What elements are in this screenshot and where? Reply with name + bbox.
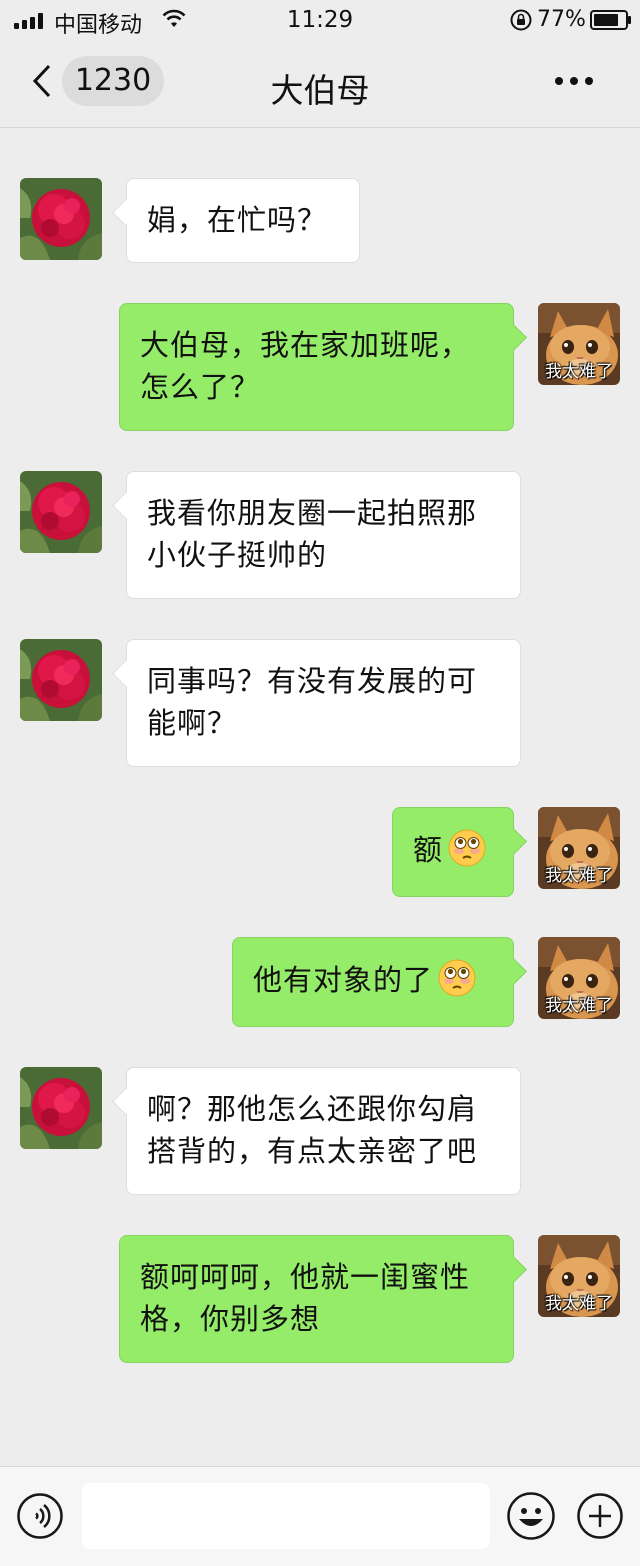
message-text-line: 大伯母，我在家加班呢， <box>140 328 471 362</box>
message-text-line: 格，你别多想 <box>140 1302 321 1336</box>
message-bubble-sent[interactable]: 他有对象的了 <box>232 937 514 1027</box>
message-bubble-sent[interactable]: 额 <box>392 807 514 897</box>
message-text-line: 小伙子挺帅的 <box>147 538 328 572</box>
avatar-caption: 我太难了 <box>545 866 613 886</box>
avatar-caption: 我太难了 <box>545 1294 613 1314</box>
more-actions-plus-icon[interactable] <box>576 1492 624 1540</box>
battery-icon <box>590 10 631 30</box>
input-bar <box>0 1466 640 1566</box>
peony-flower-image <box>20 178 102 260</box>
contact-avatar[interactable] <box>20 471 102 553</box>
chat-header: 1230 大伯母 <box>0 42 640 128</box>
peony-flower-image <box>20 639 102 721</box>
message-text: 娟，在忙吗？ <box>147 203 328 237</box>
peony-flower-image <box>20 1067 102 1149</box>
message-text-line: 同事吗？有没有发展的可 <box>147 664 478 698</box>
message-text: 额 <box>413 833 444 867</box>
message-bubble-sent[interactable]: 大伯母，我在家加班呢， 怎么了？ <box>119 303 514 431</box>
message-text-line: 额呵呵呵，他就一闺蜜性 <box>140 1260 471 1294</box>
my-avatar[interactable]: 我太难了 <box>538 303 620 385</box>
peony-flower-image <box>20 471 102 553</box>
battery-percent: 77% <box>537 7 586 32</box>
my-avatar[interactable]: 我太难了 <box>538 937 620 1019</box>
message-text-line: 怎么了？ <box>140 370 261 404</box>
status-bar: 中国移动 11:29 77% <box>0 0 640 42</box>
voice-input-icon[interactable] <box>16 1492 64 1540</box>
contact-avatar[interactable] <box>20 1067 102 1149</box>
flushed-face-emoji-icon <box>447 828 487 868</box>
message-bubble-received[interactable]: 我看你朋友圈一起拍照那 小伙子挺帅的 <box>126 471 521 599</box>
contact-avatar[interactable] <box>20 178 102 260</box>
avatar-caption: 我太难了 <box>545 362 613 382</box>
flushed-face-emoji-icon <box>437 958 477 998</box>
message-bubble-received[interactable]: 啊？那他怎么还跟你勾肩 搭背的，有点太亲密了吧 <box>126 1067 521 1195</box>
avatar-caption: 我太难了 <box>545 996 613 1016</box>
my-avatar[interactable]: 我太难了 <box>538 807 620 889</box>
more-options-icon[interactable] <box>554 76 594 86</box>
my-avatar[interactable]: 我太难了 <box>538 1235 620 1317</box>
contact-avatar[interactable] <box>20 639 102 721</box>
message-bubble-received[interactable]: 娟，在忙吗？ <box>126 178 360 263</box>
message-bubble-sent[interactable]: 额呵呵呵，他就一闺蜜性 格，你别多想 <box>119 1235 514 1363</box>
emoji-picker-icon[interactable] <box>506 1491 556 1541</box>
message-bubble-received[interactable]: 同事吗？有没有发展的可 能啊？ <box>126 639 521 767</box>
message-text-line: 我看你朋友圈一起拍照那 <box>147 496 478 530</box>
message-text-line: 搭背的，有点太亲密了吧 <box>147 1134 478 1168</box>
orientation-lock-icon <box>510 9 532 31</box>
message-text-line: 能啊？ <box>147 706 238 740</box>
message-text: 他有对象的了 <box>253 963 434 997</box>
message-input[interactable] <box>82 1483 490 1549</box>
message-text-line: 啊？那他怎么还跟你勾肩 <box>147 1092 478 1126</box>
chat-title: 大伯母 <box>270 71 370 110</box>
